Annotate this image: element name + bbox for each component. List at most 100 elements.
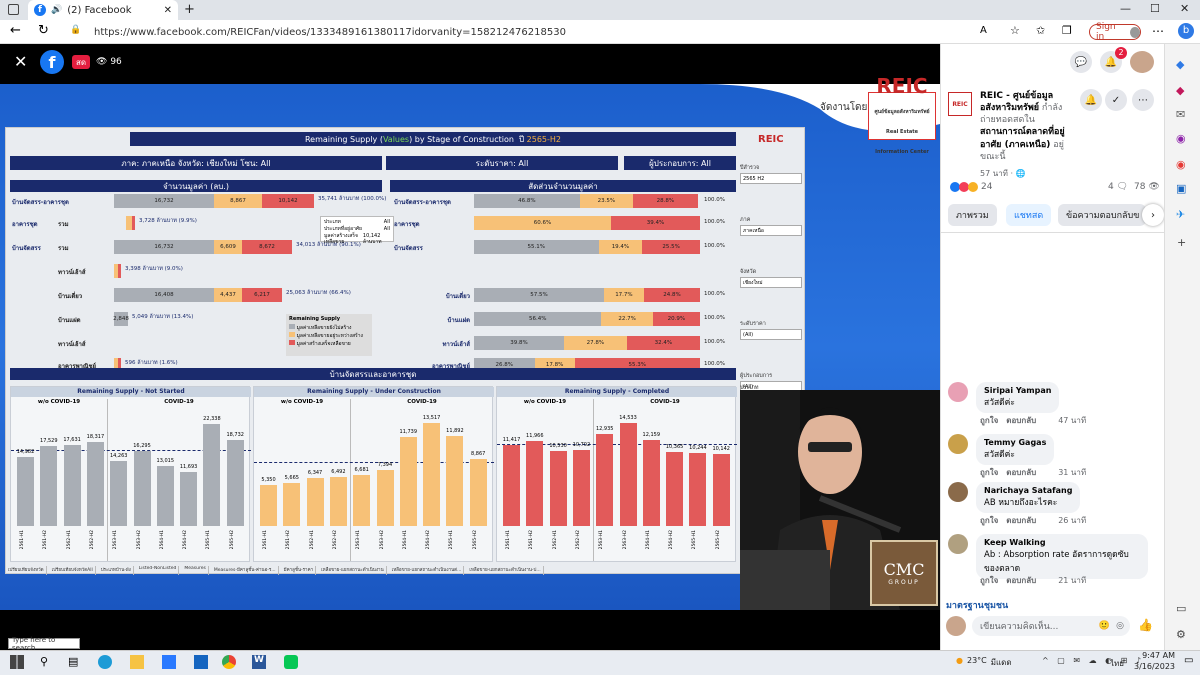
share-segment[interactable]: 39.8% (474, 336, 564, 350)
sign-in-button[interactable]: Sign in (1089, 22, 1141, 42)
sheet-tab[interactable]: เปรียบเทียบจังหวัด (6, 566, 47, 575)
share-segment[interactable]: 32.4% (626, 336, 700, 350)
chart-bar[interactable] (469, 458, 487, 526)
new-tab-button[interactable]: + (184, 2, 195, 17)
maximize-icon[interactable]: ☐ (1150, 2, 1160, 15)
clock[interactable]: 9:47 AM 3/16/2023 (1134, 651, 1175, 673)
task-view-icon[interactable]: ▤ (68, 655, 82, 669)
value-bar[interactable]: 2,848 (113, 312, 129, 326)
share-bar[interactable]: 56.4% 22.7% 20.9% (474, 312, 700, 326)
tab-replies[interactable]: ข้อความตอบกลับข (1058, 204, 1146, 226)
chart-bar[interactable] (376, 469, 394, 526)
messenger-icon[interactable]: 💬 (1070, 51, 1092, 73)
sidebar-add-icon[interactable]: + (1177, 236, 1186, 249)
comment-avatar[interactable] (948, 534, 968, 554)
sheet-tab[interactable]: เปรียบเทียบจังหวัดAll (50, 566, 96, 575)
sidebar-discover-icon[interactable]: ◆ (1176, 58, 1184, 71)
share-segment[interactable]: 20.9% (652, 312, 700, 326)
word-icon[interactable]: W (252, 655, 266, 669)
sheet-tab[interactable]: ประเภทบ้าน-ผัง (99, 566, 134, 575)
collections-icon[interactable]: ❐ (1062, 24, 1072, 37)
language-indicator[interactable]: ไทย (1110, 657, 1124, 670)
value-bar[interactable]: 16,732 8,867 10,142 (114, 194, 314, 208)
chart-bar[interactable] (306, 477, 324, 526)
save-button[interactable]: ✓ (1105, 89, 1127, 111)
system-tray-icons[interactable]: ^ ▢ ✉ ☁ ◐ ⊞ ♪ (1042, 656, 1144, 665)
file-explorer-icon[interactable] (130, 655, 144, 669)
sheet-tab[interactable]: Measures-มีคาลูชั้น-ค่านอ-ร... (212, 566, 279, 575)
value-segment[interactable]: 6,217 (242, 288, 282, 302)
share-bar[interactable]: 60.6% 39.4% (474, 216, 700, 230)
legend-item-1[interactable]: มูลค่าเหลือขายอยู่ระหว่างสร้าง (289, 332, 369, 340)
side-filter-dropdown[interactable]: ภาคเหนือ (740, 225, 802, 236)
line-icon[interactable] (284, 655, 298, 669)
share-segment[interactable]: 57.5% (474, 288, 604, 302)
value-segment[interactable]: 4,437 (214, 288, 242, 302)
value-segment[interactable]: 16,408 (114, 288, 214, 302)
comment-reply-link[interactable]: ตอบกลับ (1006, 466, 1036, 479)
windows-start-icon[interactable] (10, 655, 24, 669)
chart-bar[interactable] (86, 442, 104, 526)
favorites-list-icon[interactable]: ✩ (1036, 24, 1045, 37)
comments-count[interactable]: 4 🗨 (1108, 182, 1128, 192)
sidebar-office-icon[interactable]: ◉ (1176, 158, 1186, 171)
share-segment[interactable]: 28.8% (632, 194, 698, 208)
like-button-icon[interactable]: 👍 (1138, 618, 1153, 632)
share-segment[interactable]: 56.4% (474, 312, 602, 326)
comment-author[interactable]: Temmy Gagas (984, 438, 1046, 447)
chart-bar[interactable] (572, 450, 590, 526)
search-icon[interactable]: ⚲ (40, 655, 54, 669)
sidebar-outlook-icon[interactable]: ▣ (1176, 182, 1186, 195)
url-field[interactable]: https://www.facebook.com/REICFan/videos/… (88, 23, 968, 41)
chart-bar[interactable] (353, 475, 371, 526)
browser-menu-icon[interactable]: ⋯ (1152, 24, 1164, 38)
chart-bar[interactable] (110, 460, 128, 526)
edge-taskbar-icon[interactable] (98, 655, 112, 669)
comment-reply-link[interactable]: ตอบกลับ (1006, 574, 1036, 587)
share-segment[interactable]: 19.4% (598, 240, 643, 254)
sidebar-drop-icon[interactable]: ✈ (1176, 208, 1185, 221)
value-segment[interactable]: 10,142 (262, 194, 314, 208)
close-window-icon[interactable]: ✕ (1180, 2, 1189, 15)
back-icon[interactable]: ← (10, 23, 21, 38)
location-link[interactable]: สถานการณ์ตลาดที่อยู่อาศัย (ภาคเหนือ) (980, 127, 1065, 149)
tabs-scroll-right-icon[interactable]: › (1142, 204, 1164, 226)
share-segment[interactable]: 46.8% (474, 194, 580, 208)
share-segment[interactable]: 23.5% (579, 194, 633, 208)
read-aloud-icon[interactable]: A (980, 25, 987, 36)
tab-close-icon[interactable]: ✕ (164, 5, 172, 16)
sheet-tab[interactable]: มีคาลูชั้น-ราคา (282, 566, 317, 575)
sidebar-settings-icon[interactable]: ⚙ (1176, 628, 1186, 641)
chart-bar[interactable] (689, 453, 707, 526)
tab-actions-icon[interactable] (8, 4, 19, 15)
value-bar[interactable] (126, 216, 135, 230)
reactions[interactable]: 24 (950, 182, 992, 192)
chart-bar[interactable] (596, 434, 614, 526)
page-avatar[interactable]: REIC (948, 92, 972, 116)
chart-bar[interactable] (260, 485, 277, 526)
chart-bar[interactable] (283, 483, 301, 526)
mail-icon[interactable] (194, 655, 208, 669)
weather-widget[interactable]: ● 23°C มีแดด (956, 656, 1012, 669)
notification-center-icon[interactable]: ▭ (1184, 655, 1193, 666)
favorites-star-icon[interactable]: ☆ (1010, 24, 1020, 37)
comment-like-link[interactable]: ถูกใจ (980, 574, 998, 587)
comment-avatar[interactable] (948, 382, 968, 402)
share-segment[interactable]: 60.6% (474, 216, 611, 230)
comment-avatar[interactable] (948, 482, 968, 502)
share-segment[interactable]: 39.4% (610, 216, 700, 230)
comment-like-link[interactable]: ถูกใจ (980, 414, 998, 427)
chart-bar[interactable] (156, 466, 174, 526)
tab-live-chat[interactable]: แชทสด (1006, 204, 1052, 226)
store-icon[interactable] (162, 655, 176, 669)
sidebar-tools-icon[interactable]: ✉ (1176, 108, 1185, 121)
chart-bar[interactable] (226, 440, 244, 526)
sheet-tab[interactable]: เหลือขาย-แยกสถานะดำเนินงาน-ป... (467, 566, 544, 575)
share-segment[interactable]: 27.8% (563, 336, 627, 350)
value-bar[interactable]: 16,408 4,437 6,217 (114, 288, 282, 302)
comment-author[interactable]: Narichaya Satafang (984, 486, 1072, 495)
chart-bar[interactable] (203, 423, 221, 526)
chart-bar[interactable] (666, 452, 684, 526)
account-avatar[interactable] (1130, 51, 1154, 73)
value-segment[interactable]: 16,732 (114, 240, 214, 254)
